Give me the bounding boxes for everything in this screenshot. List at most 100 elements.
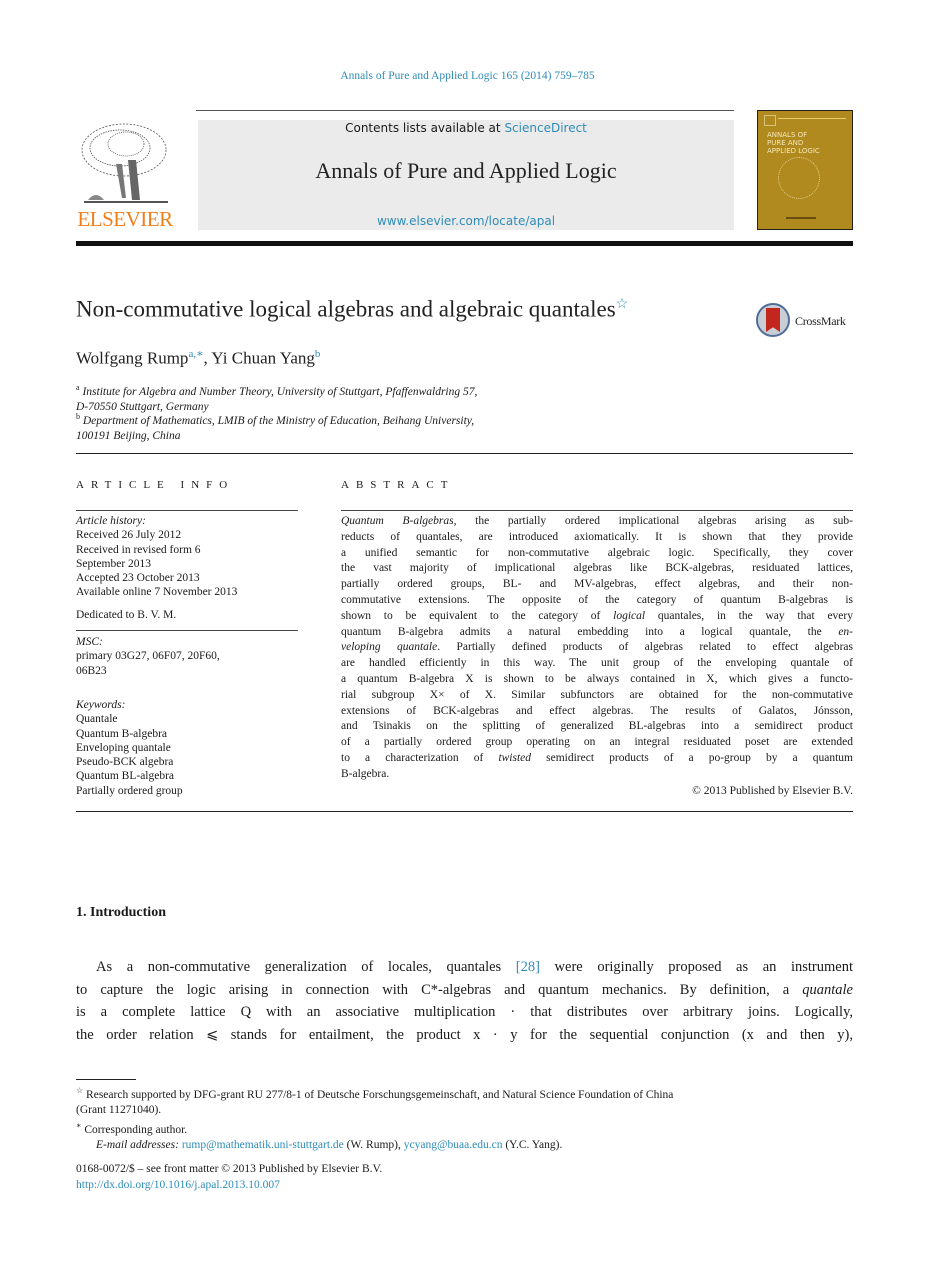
abstract-line: reducts of quantales, are introduced axi… <box>341 530 853 543</box>
crossmark-button[interactable]: CrossMark <box>756 303 856 343</box>
history-item: Available online 7 November 2013 <box>76 586 238 599</box>
cover-title-line: PURE AND <box>767 139 804 147</box>
footnote-rule <box>76 1079 136 1080</box>
abstract-bottom-rule <box>76 811 853 812</box>
abstract-text: to a characterization of <box>341 751 499 764</box>
affiliation-mark: b <box>76 412 80 421</box>
keyword: Quantale <box>76 713 118 726</box>
abstract-text: , the partially ordered implicational al… <box>453 515 853 527</box>
abstract-line: commutative extensions. The opposite of … <box>341 593 853 606</box>
affiliation-mark: a <box>76 383 80 392</box>
author-list: Wolfgang Rumpa,∗, Yi Chuan Yangb <box>76 347 320 369</box>
body-line: to capture the logic arising in connecti… <box>76 979 853 1002</box>
abstract-line: to a characterization of twisted semidir… <box>341 751 853 767</box>
article-history-label: Article history: <box>76 515 146 527</box>
body-text: were originally proposed as an instrumen… <box>539 959 853 975</box>
keyword: Pseudo-BCK algebra <box>76 756 174 769</box>
abstract-line: Quantum B-algebras, the partially ordere… <box>341 514 853 530</box>
abstract-text: quantum B-algebra admits a natural embed… <box>341 625 839 638</box>
body-line: the order relation ⩽ stands for entailme… <box>76 1027 853 1044</box>
email-link[interactable]: ycyang@buaa.edu.cn <box>404 1139 503 1151</box>
issn-line: 0168-0072/$ – see front matter © 2013 Pu… <box>76 1163 383 1175</box>
journal-title: Annals of Pure and Applied Logic <box>315 158 617 183</box>
abstract-line: shown to be equivalent to the category o… <box>341 609 853 625</box>
elsevier-wordmark: ELSEVIER <box>77 207 173 231</box>
author-name: Wolfgang Rump <box>76 348 189 368</box>
footnote-text: Corresponding author. <box>84 1123 188 1136</box>
msc-block: MSC: primary 03G27, 06F07, 20F60, 06B23 <box>76 635 298 678</box>
cover-title-line: ANNALS OF <box>767 131 808 139</box>
email-label: E-mail addresses: <box>96 1138 179 1151</box>
affiliation-b: b Department of Mathematics, LMIB of the… <box>76 409 474 444</box>
author-affiliation-marks[interactable]: a,∗ <box>188 348 203 360</box>
footnote-star-icon: ☆ <box>76 1086 84 1095</box>
body-line: As a non-commutative generalization of l… <box>76 956 853 979</box>
abstract-line: are handled efficiently in this way. The… <box>341 657 853 670</box>
sciencedirect-link[interactable]: ScienceDirect <box>504 121 586 135</box>
abstract-rule <box>341 510 853 511</box>
elsevier-tree-icon <box>81 123 168 203</box>
elsevier-logo: ELSEVIER <box>76 120 174 232</box>
body-italic: quantale <box>802 981 853 998</box>
email-link[interactable]: rump@mathematik.uni-stuttgart.de <box>182 1139 344 1151</box>
keyword: Partially ordered group <box>76 784 183 797</box>
abstract-line: extensions of BCK-algebras and effect al… <box>341 704 853 717</box>
author-name: Yi Chuan Yang <box>211 348 315 368</box>
abstract-line: veloping quantale. Partially defined pro… <box>341 640 853 656</box>
footnote-funding-cont: (Grant 11271040). <box>76 1103 162 1116</box>
abstract-line: rial subgroup X× of X. Similar subfuncto… <box>341 688 853 701</box>
footnote-asterisk-icon: ∗ <box>76 1120 82 1130</box>
history-item: September 2013 <box>76 557 152 570</box>
affiliation-line: Institute for Algebra and Number Theory,… <box>82 385 478 398</box>
abstract-copyright: © 2013 Published by Elsevier B.V. <box>692 784 853 797</box>
article-info-column: Article history: Received 26 July 2012 R… <box>76 514 298 798</box>
article-history: Article history: Received 26 July 2012 R… <box>76 514 298 600</box>
article-info-rule <box>76 510 298 511</box>
keyword: Quantum BL-algebra <box>76 770 175 783</box>
keyword: Quantum B-algebra <box>76 727 168 740</box>
abstract-text: . Partially defined products of algebras… <box>437 641 853 654</box>
history-item: Received in revised form 6 <box>76 543 201 556</box>
body-line: is a complete lattice Q with an associat… <box>76 1004 853 1021</box>
abstract-line: and Tsinakis on the splitting of general… <box>341 720 853 733</box>
abstract-heading: ABSTRACT <box>341 479 455 491</box>
abstract-text: quantales, in the way that every <box>645 609 853 622</box>
journal-reference-link[interactable]: Annals of Pure and Applied Logic 165 (20… <box>0 70 935 82</box>
contents-prefix: Contents lists available at <box>345 121 505 135</box>
cover-logo-icon <box>764 115 776 126</box>
journal-url-link[interactable]: www.elsevier.com/locate/apal <box>198 214 734 228</box>
keywords-label: Keywords: <box>76 698 126 711</box>
cover-title: ANNALS OF PURE AND APPLIED LOGIC <box>767 131 820 155</box>
keywords-block: Keywords: Quantale Quantum B-algebra Env… <box>76 698 298 798</box>
article-info-divider <box>76 630 298 632</box>
section-divider <box>76 453 853 454</box>
abstract-italic: twisted <box>498 751 532 764</box>
email-owner: (Y.C. Yang). <box>502 1138 563 1151</box>
abstract-line: the vast majority of implicational algeb… <box>341 562 853 575</box>
abstract-line: quantum B-algebra admits a natural embed… <box>341 625 853 641</box>
cover-publisher-mark <box>786 217 816 219</box>
abstract-line: a quantum B-algebra X is shown to be alw… <box>341 672 853 685</box>
author-affiliation-marks[interactable]: b <box>315 348 321 360</box>
email-owner: (W. Rump), <box>343 1138 404 1151</box>
title-footnote-star-icon[interactable]: ☆ <box>616 297 629 312</box>
doi-link[interactable]: http://dx.doi.org/10.1016/j.apal.2013.10… <box>76 1177 382 1193</box>
dedication: Dedicated to B. V. M. <box>76 608 177 621</box>
affiliation-line: Department of Mathematics, LMIB of the M… <box>82 414 475 427</box>
abstract-italic: logical <box>613 609 646 622</box>
abstract-body: Quantum B-algebras, the partially ordere… <box>341 514 853 799</box>
abstract-line: B-algebra. <box>341 767 390 780</box>
footnote-text: Research supported by DFG-grant RU 277/8… <box>86 1088 674 1101</box>
citation-link[interactable]: [28] <box>516 959 540 975</box>
journal-cover-thumbnail[interactable]: ANNALS OF PURE AND APPLIED LOGIC <box>757 110 853 230</box>
history-item: Received 26 July 2012 <box>76 529 182 542</box>
msc-line: 06B23 <box>76 664 107 677</box>
abstract-italic: en- <box>838 625 853 638</box>
header-top-rule <box>196 110 734 111</box>
journal-banner: Contents lists available at ScienceDirec… <box>198 120 734 230</box>
footnote-corresponding: ∗ Corresponding author. <box>76 1118 853 1138</box>
body-text: As a non-commutative generalization of l… <box>96 959 516 975</box>
msc-label: MSC: <box>76 636 103 649</box>
body-text: to capture the logic arising in connecti… <box>76 981 803 998</box>
